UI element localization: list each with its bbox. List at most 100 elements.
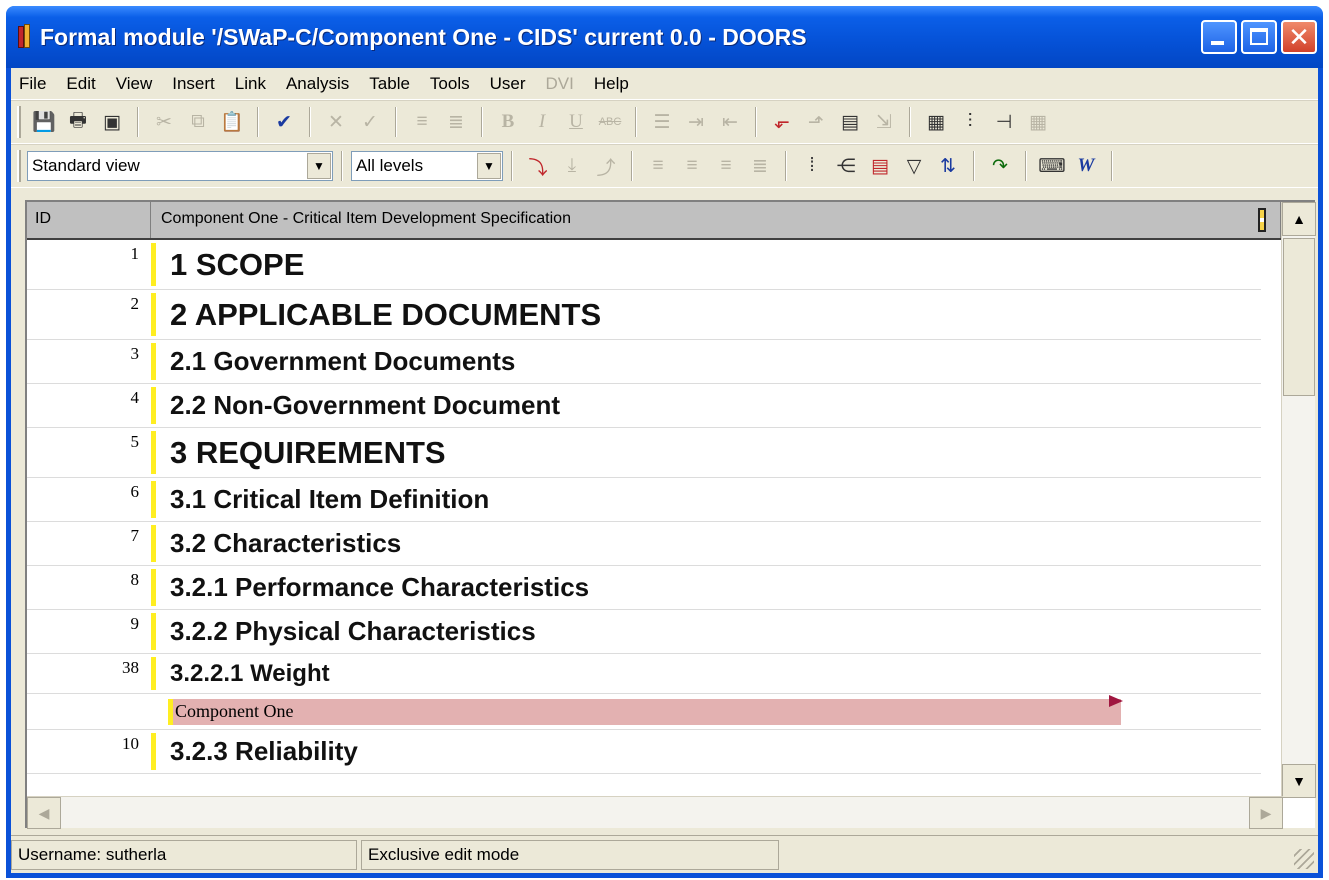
menu-help[interactable]: Help bbox=[594, 74, 629, 94]
strikethrough-icon[interactable]: ABC bbox=[596, 108, 624, 136]
scroll-thumb[interactable] bbox=[1283, 238, 1315, 396]
accept-icon[interactable]: ✓ bbox=[356, 108, 384, 136]
grid-icon[interactable]: ▦ bbox=[1024, 108, 1052, 136]
object-id: 2 bbox=[130, 294, 140, 313]
menu-insert[interactable]: Insert bbox=[172, 74, 215, 94]
object-heading: 1 SCOPE bbox=[170, 246, 305, 282]
table-row[interactable]: 4 2.2 Non-Government Document bbox=[27, 384, 1261, 428]
object-id: 3 bbox=[130, 344, 140, 363]
minimize-button[interactable] bbox=[1201, 20, 1237, 54]
table-row[interactable]: 38 3.2.2.1 Weight bbox=[27, 654, 1261, 694]
word-export-icon[interactable]: W bbox=[1072, 152, 1100, 180]
outdent-icon[interactable]: ⇤ bbox=[716, 108, 744, 136]
object-heading: 2 APPLICABLE DOCUMENTS bbox=[170, 296, 602, 332]
italic-icon[interactable]: I bbox=[528, 108, 556, 136]
menu-user[interactable]: User bbox=[490, 74, 526, 94]
delete-icon[interactable]: ✕ bbox=[322, 108, 350, 136]
indent-icon[interactable]: ⇥ bbox=[682, 108, 710, 136]
vertical-scrollbar[interactable]: ▲ ▼ bbox=[1281, 202, 1316, 798]
columns-icon[interactable]: ⁞ bbox=[798, 152, 826, 180]
status-username: Username: sutherla bbox=[11, 839, 357, 870]
split-icon[interactable]: ⊣ bbox=[990, 108, 1018, 136]
bullet-indent-icon[interactable]: ≡ bbox=[408, 108, 436, 136]
menu-tools[interactable]: Tools bbox=[430, 74, 470, 94]
table-row[interactable]: 6 3.1 Critical Item Definition bbox=[27, 478, 1261, 522]
insert-object-icon[interactable]: ⤵ bbox=[524, 152, 552, 180]
align-right-icon[interactable]: ≡ bbox=[712, 152, 740, 180]
underline-icon[interactable]: U bbox=[562, 108, 590, 136]
table-row[interactable]: 10 3.2.3 Reliability bbox=[27, 730, 1261, 774]
menu-file[interactable]: File bbox=[19, 74, 46, 94]
spellcheck-icon[interactable]: ✔ bbox=[270, 108, 298, 136]
menu-table[interactable]: Table bbox=[369, 74, 410, 94]
object-text-selected[interactable]: Component One bbox=[168, 694, 1123, 725]
maximize-button[interactable] bbox=[1241, 20, 1277, 54]
object-id: 7 bbox=[130, 526, 140, 545]
status-mode: Exclusive edit mode bbox=[361, 839, 779, 870]
menu-link[interactable]: Link bbox=[235, 74, 266, 94]
column-header-id[interactable]: ID bbox=[27, 202, 151, 238]
toolbar-separator bbox=[631, 151, 633, 181]
chevron-down-icon[interactable]: ▼ bbox=[477, 153, 501, 179]
scroll-down-icon[interactable]: ▼ bbox=[1282, 764, 1316, 798]
table-row[interactable]: 3 2.1 Government Documents bbox=[27, 340, 1261, 384]
title-bar[interactable]: Formal module '/SWaP-C/Component One - C… bbox=[6, 6, 1323, 68]
link-end-icon[interactable]: ⬏ bbox=[802, 108, 830, 136]
table-row[interactable]: 8 3.2.1 Performance Characteristics bbox=[27, 566, 1261, 610]
close-button[interactable]: ✕ bbox=[1281, 20, 1317, 54]
sort-icon[interactable]: ⇅ bbox=[934, 152, 962, 180]
resize-grip-icon[interactable] bbox=[1294, 849, 1314, 869]
menu-edit[interactable]: Edit bbox=[66, 74, 95, 94]
print-icon[interactable]: 🖶 bbox=[64, 108, 92, 136]
properties-icon[interactable]: ▣ bbox=[98, 108, 126, 136]
bullet-outdent-icon[interactable]: ≣ bbox=[442, 108, 470, 136]
insert-column-icon[interactable]: ⫶ bbox=[956, 108, 984, 136]
chevron-down-icon[interactable]: ▼ bbox=[307, 153, 331, 179]
list-icon[interactable]: ☰ bbox=[648, 108, 676, 136]
bold-icon[interactable]: B bbox=[494, 108, 522, 136]
menu-analysis[interactable]: Analysis bbox=[286, 74, 349, 94]
column-header-main[interactable]: Component One - Critical Item Developmen… bbox=[151, 202, 1281, 238]
table-row[interactable]: Component One bbox=[27, 694, 1261, 730]
copy-icon[interactable]: ⧉ bbox=[184, 108, 212, 136]
menu-dvi: DVI bbox=[545, 73, 574, 93]
scroll-up-icon[interactable]: ▲ bbox=[1282, 202, 1316, 236]
minimize-icon bbox=[1211, 41, 1224, 45]
scroll-left-icon[interactable]: ◀ bbox=[27, 797, 61, 829]
view-select-value: Standard view bbox=[32, 156, 140, 175]
object-properties-icon[interactable]: ▤ bbox=[836, 108, 864, 136]
object-heading: 3.1 Critical Item Definition bbox=[170, 484, 490, 514]
toolbar-grip[interactable] bbox=[17, 106, 21, 138]
outline-icon[interactable]: ⋲ bbox=[832, 152, 860, 180]
table-icon[interactable]: ▦ bbox=[922, 108, 950, 136]
table-row[interactable]: 2 2 APPLICABLE DOCUMENTS bbox=[27, 290, 1261, 340]
insert-below-icon[interactable]: ⤓ bbox=[558, 152, 586, 180]
typewriter-icon[interactable]: ⌨ bbox=[1038, 152, 1066, 180]
table-row[interactable]: 9 3.2.2 Physical Characteristics bbox=[27, 610, 1261, 654]
menu-view[interactable]: View bbox=[116, 74, 153, 94]
level-select[interactable]: All levels ▼ bbox=[351, 151, 503, 181]
align-center-icon[interactable]: ≡ bbox=[678, 152, 706, 180]
table-row[interactable]: 5 3 REQUIREMENTS bbox=[27, 428, 1261, 478]
link-start-icon[interactable]: ⬐ bbox=[768, 108, 796, 136]
save-icon[interactable]: 💾 bbox=[30, 108, 58, 136]
object-heading: 3.2.3 Reliability bbox=[170, 736, 358, 766]
view-select[interactable]: Standard view ▼ bbox=[27, 151, 333, 181]
document-icon[interactable]: ▤ bbox=[866, 152, 894, 180]
toolbar-grip[interactable] bbox=[17, 150, 21, 182]
align-left-icon[interactable]: ≡ bbox=[644, 152, 672, 180]
horizontal-scrollbar[interactable]: ◀ ▶ bbox=[27, 796, 1283, 829]
scroll-right-icon[interactable]: ▶ bbox=[1249, 797, 1283, 829]
object-id: 8 bbox=[130, 570, 140, 589]
cut-icon[interactable]: ✂ bbox=[150, 108, 178, 136]
paste-icon[interactable]: 📋 bbox=[218, 108, 246, 136]
justify-icon[interactable]: ≣ bbox=[746, 152, 774, 180]
filter-icon[interactable]: ▽ bbox=[900, 152, 928, 180]
table-row[interactable]: 1 1 SCOPE bbox=[27, 240, 1261, 290]
object-heading: 3.2 Characteristics bbox=[170, 528, 402, 558]
demote-icon[interactable]: ⤴ bbox=[592, 152, 620, 180]
table-row[interactable]: 7 3.2 Characteristics bbox=[27, 522, 1261, 566]
link-icon[interactable]: ⇲ bbox=[870, 108, 898, 136]
window-title: Formal module '/SWaP-C/Component One - C… bbox=[40, 23, 807, 50]
redo-arrow-icon[interactable]: ↷ bbox=[986, 152, 1014, 180]
